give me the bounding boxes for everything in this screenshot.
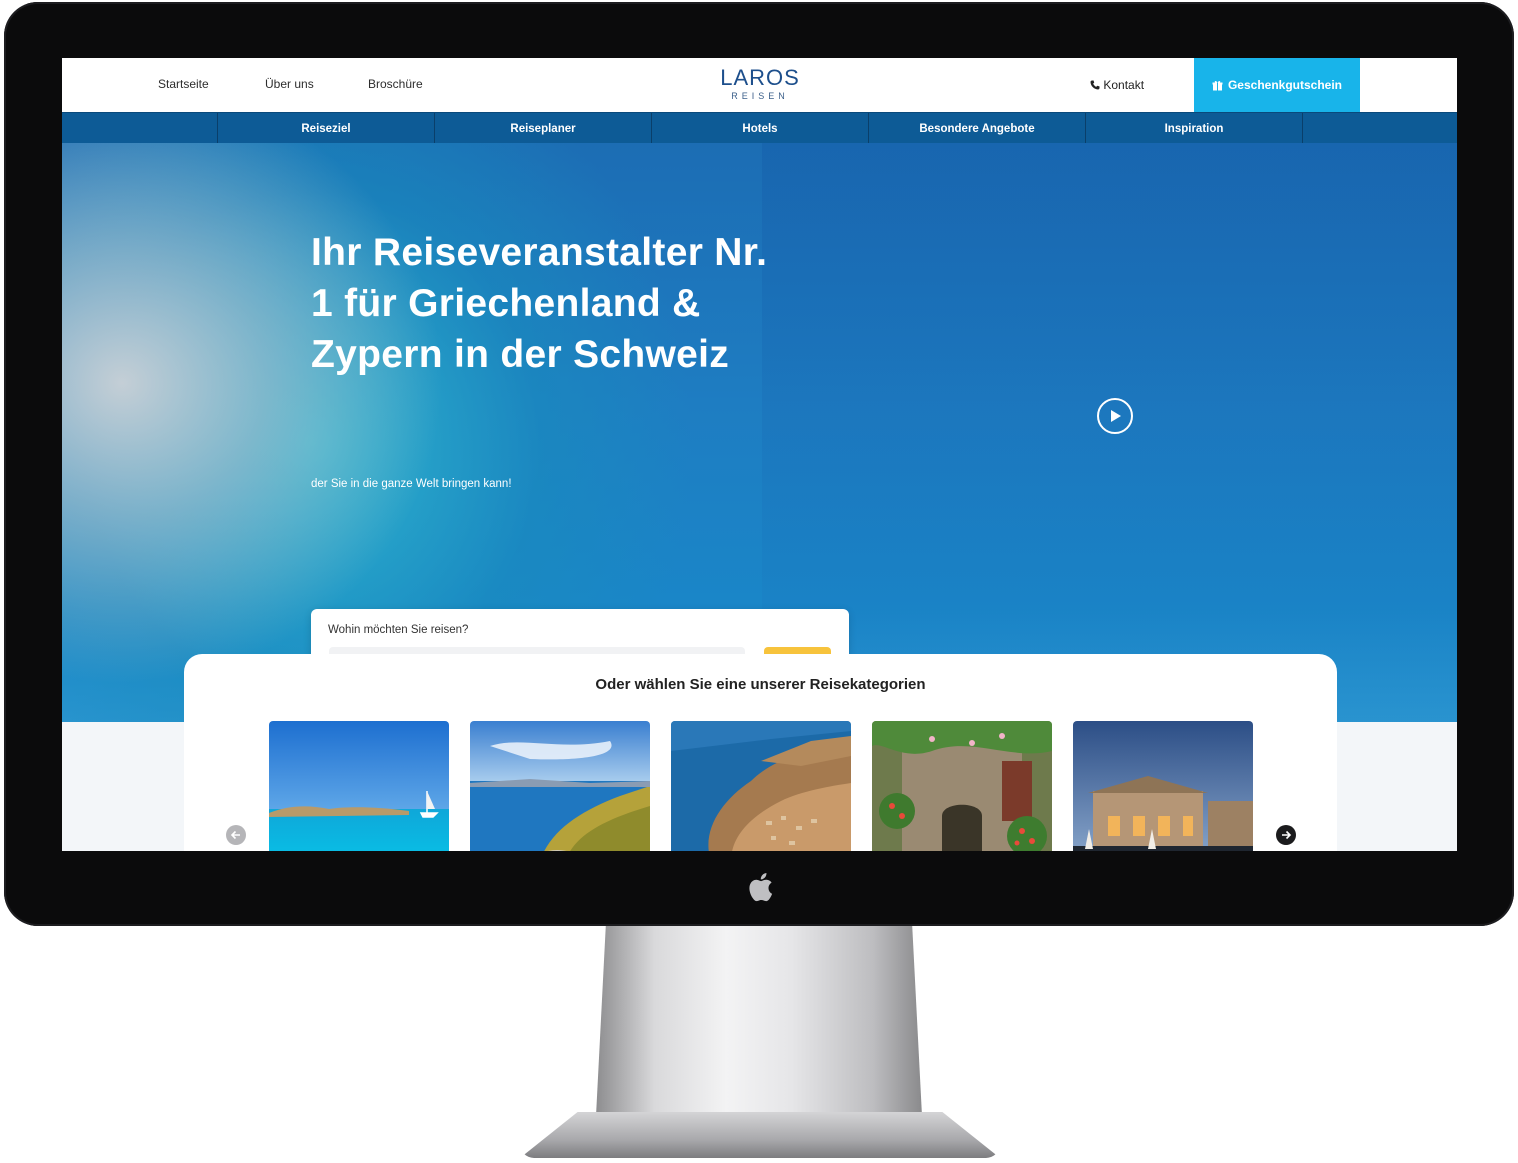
nav-link-ueber-uns[interactable]: Über uns: [265, 77, 314, 91]
nav-item-reiseplaner[interactable]: Reiseplaner: [434, 113, 651, 144]
play-video-button[interactable]: [1097, 398, 1133, 434]
contact-link[interactable]: Kontakt: [1090, 78, 1144, 92]
top-header: Startseite Über uns Broschüre LAROS REIS…: [62, 58, 1457, 112]
hero-title: Ihr Reiseveranstalter Nr. 1 für Griechen…: [311, 231, 768, 376]
nav-link-broschuere[interactable]: Broschüre: [368, 77, 423, 91]
gift-voucher-button[interactable]: Geschenkgutschein: [1194, 58, 1360, 112]
contact-label: Kontakt: [1103, 78, 1145, 92]
carousel-next-button[interactable]: [1276, 825, 1296, 845]
category-image-stone-villa-dusk: [1073, 721, 1253, 851]
hero-banner: Ihr Reiseveranstalter Nr. 1 für Griechen…: [62, 143, 1457, 722]
category-card-stone-village-flowers[interactable]: [872, 721, 1052, 851]
site-logo[interactable]: LAROS REISEN: [712, 66, 808, 102]
monitor-stand: [596, 926, 922, 1116]
travel-categories-section: Oder wählen Sie eine unserer Reisekatego…: [184, 654, 1337, 851]
category-card-island-sea[interactable]: [269, 721, 449, 851]
gift-voucher-label: Geschenkgutschein: [1227, 78, 1343, 92]
gift-icon: [1212, 80, 1223, 90]
nav-item-reiseziel[interactable]: Reiseziel: [217, 113, 434, 144]
nav-link-startseite[interactable]: Startseite: [158, 77, 209, 91]
play-icon: [1111, 410, 1121, 422]
nav-item-hotels[interactable]: Hotels: [651, 113, 868, 144]
category-card-coast-road[interactable]: [470, 721, 650, 851]
apple-icon: [749, 873, 773, 902]
nav-item-inspiration[interactable]: Inspiration: [1085, 113, 1303, 144]
main-navigation: Reiseziel Reiseplaner Hotels Besondere A…: [62, 112, 1457, 144]
category-image-fortress-peninsula: [671, 721, 851, 851]
carousel-prev-button[interactable]: [226, 825, 246, 845]
monitor-stand-base: [520, 1112, 1000, 1158]
categories-title: Oder wählen Sie eine unserer Reisekatego…: [595, 676, 926, 693]
logo-subtitle: REISEN: [731, 91, 789, 101]
search-label: Wohin möchten Sie reisen?: [328, 624, 469, 636]
category-image-stone-village-flowers: [872, 721, 1052, 851]
arrow-right-icon: [1282, 830, 1292, 840]
category-image-coast-road: [470, 721, 650, 851]
phone-icon: [1090, 80, 1100, 90]
arrow-left-icon: [230, 830, 240, 840]
hero-subtitle: der Sie in die ganze Welt bringen kann!: [311, 478, 512, 490]
website-screen: Startseite Über uns Broschüre LAROS REIS…: [62, 58, 1457, 851]
category-card-fortress-peninsula[interactable]: [671, 721, 851, 851]
category-image-island-sea: [269, 721, 449, 851]
logo-wordmark: LAROS: [720, 65, 800, 90]
category-card-stone-villa-dusk[interactable]: [1073, 721, 1253, 851]
nav-item-besondere-angebote[interactable]: Besondere Angebote: [868, 113, 1085, 144]
